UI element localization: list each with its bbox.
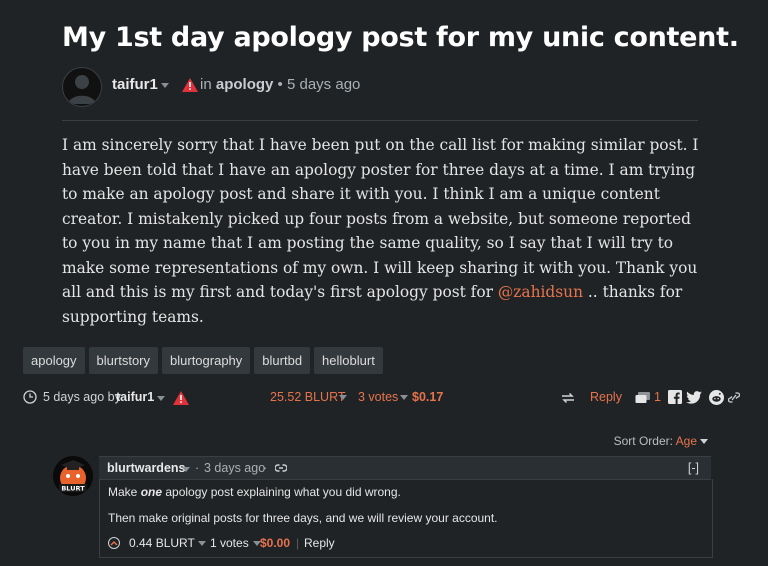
avatar-logo-text: BLURT bbox=[61, 485, 85, 493]
category-link[interactable]: apology bbox=[216, 76, 274, 93]
sort-order: Sort Order: Age bbox=[614, 434, 708, 448]
chevron-down-icon[interactable] bbox=[157, 396, 165, 401]
payout-amount[interactable]: 25.52 BLURT bbox=[270, 390, 346, 404]
user-silhouette-icon bbox=[68, 75, 96, 104]
commenter-link[interactable]: blurtwardens bbox=[107, 461, 186, 475]
footer-author-link[interactable]: taifur1 bbox=[116, 390, 154, 404]
warning-icon bbox=[173, 391, 189, 405]
post-value: $0.17 bbox=[412, 390, 444, 404]
post-body: I am sincerely sorry that I have been pu… bbox=[62, 136, 699, 326]
chevron-down-icon[interactable] bbox=[700, 439, 708, 445]
reply-link[interactable]: Reply bbox=[590, 390, 622, 404]
comment-payout[interactable]: 0.44 BLURT bbox=[129, 536, 195, 550]
chevron-down-icon[interactable] bbox=[400, 395, 408, 400]
collapse-button[interactable]: [-] bbox=[688, 461, 699, 475]
comment-votes[interactable]: 1 votes bbox=[210, 536, 249, 550]
comment-line-2: Then make original posts for three days,… bbox=[108, 511, 498, 525]
reddit-icon[interactable] bbox=[709, 390, 724, 405]
post-age: 5 days ago bbox=[286, 76, 361, 93]
comment-reply-link[interactable]: Reply bbox=[304, 536, 335, 550]
comment-line-1: Make one apology post explaining what yo… bbox=[108, 485, 401, 499]
chevron-down-icon[interactable] bbox=[182, 467, 190, 472]
comment: BLURT blurtwardens · 3 days ago · [-] Ma… bbox=[53, 456, 713, 558]
separator-bar: | bbox=[296, 536, 300, 550]
comment-age: 3 days ago bbox=[204, 461, 266, 475]
comment-header: blurtwardens · 3 days ago · [-] bbox=[99, 456, 711, 480]
tag-list: apology blurtstory blurtography blurtbd hell… bbox=[23, 347, 387, 374]
author-link[interactable]: taifur1 bbox=[112, 76, 169, 93]
sort-dropdown[interactable]: Age bbox=[676, 434, 697, 448]
post-title: My 1st day apology post for my unic cont… bbox=[62, 22, 739, 53]
comment-count[interactable]: 1 bbox=[654, 390, 661, 404]
tag-blurtography[interactable]: blurtography bbox=[162, 347, 251, 374]
separator-dot: · bbox=[263, 461, 268, 475]
commenter-avatar[interactable]: BLURT bbox=[53, 456, 93, 496]
post-footer: 5 days ago by taifur1 25.52 BLURT 3 vote… bbox=[23, 388, 743, 408]
comment-body: Make one apology post explaining what yo… bbox=[99, 479, 713, 558]
separator-dot: · bbox=[195, 461, 200, 475]
chevron-down-icon[interactable] bbox=[198, 541, 206, 546]
post-time: 5 days ago by bbox=[43, 390, 121, 404]
post-author-row: taifur1 in apology • 5 days ago bbox=[62, 67, 702, 107]
link-icon[interactable] bbox=[728, 391, 740, 404]
votes-count[interactable]: 3 votes bbox=[358, 390, 398, 404]
in-label: in bbox=[200, 76, 212, 93]
divider bbox=[62, 120, 698, 121]
tag-helloblurt[interactable]: helloblurt bbox=[314, 347, 383, 374]
twitter-icon[interactable] bbox=[686, 391, 702, 404]
tag-blurtbd[interactable]: blurtbd bbox=[254, 347, 311, 374]
chevron-down-icon[interactable] bbox=[339, 395, 347, 400]
chevron-down-icon[interactable] bbox=[160, 82, 169, 88]
comment-value: $0.00 bbox=[260, 536, 291, 550]
chevron-up-icon bbox=[110, 541, 118, 546]
tag-apology[interactable]: apology bbox=[23, 347, 85, 374]
clock-icon bbox=[23, 390, 37, 404]
link-icon[interactable] bbox=[275, 464, 287, 472]
warning-icon bbox=[182, 78, 198, 92]
mention-link[interactable]: @zahidsun bbox=[498, 283, 583, 301]
tag-blurtstory[interactable]: blurtstory bbox=[88, 347, 159, 374]
facebook-icon[interactable] bbox=[668, 390, 682, 404]
blurt-logo-icon: BLURT bbox=[53, 456, 93, 496]
comments-icon[interactable] bbox=[635, 391, 651, 405]
sort-label: Sort Order: bbox=[613, 434, 673, 448]
author-avatar[interactable] bbox=[62, 67, 102, 107]
separator-dot: • bbox=[277, 76, 283, 93]
reblog-icon[interactable] bbox=[561, 392, 575, 404]
